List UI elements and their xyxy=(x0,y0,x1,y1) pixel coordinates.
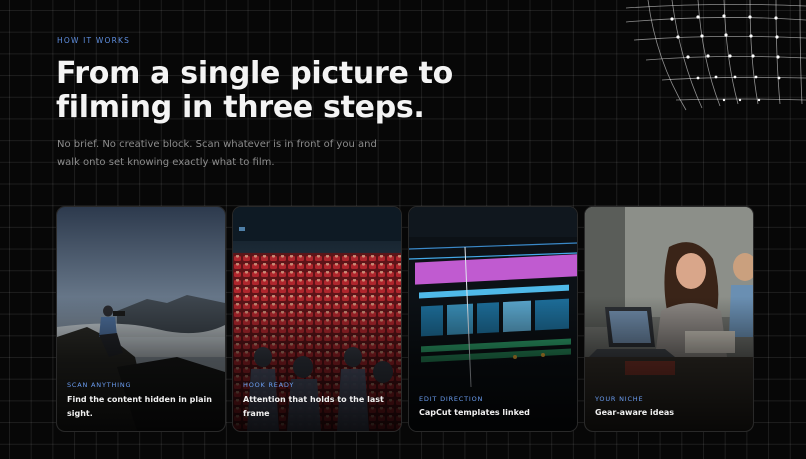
card-title: CapCut templates linked xyxy=(419,408,530,417)
steps-cards: SCAN ANYTHING Find the content hidden in… xyxy=(56,206,754,432)
card-tag: SCAN ANYTHING xyxy=(67,381,132,389)
card-tag: EDIT DIRECTION xyxy=(419,395,484,403)
step-card-edit[interactable]: EDIT DIRECTION CapCut templates linked xyxy=(408,206,578,432)
card-tag: YOUR NICHE xyxy=(595,395,644,403)
step-card-niche[interactable]: YOUR NICHE Gear-aware ideas xyxy=(584,206,754,432)
eyebrow-label: HOW IT WORKS xyxy=(57,36,131,45)
card-tag: HOOK READY xyxy=(243,381,295,389)
card-title: Attention that holds to the last frame xyxy=(243,395,384,418)
card-title: Gear-aware ideas xyxy=(595,408,675,417)
step-card-hook[interactable]: HOOK READY Attention that holds to the l… xyxy=(232,206,402,432)
card-title: Find the content hidden in plain sight. xyxy=(67,395,212,418)
step-card-scan[interactable]: SCAN ANYTHING Find the content hidden in… xyxy=(56,206,226,432)
hero-subtext: No brief. No creative block. Scan whatev… xyxy=(57,139,377,168)
warped-grid-decoration xyxy=(626,0,806,111)
page-headline: From a single picture to filming in thre… xyxy=(56,56,453,125)
